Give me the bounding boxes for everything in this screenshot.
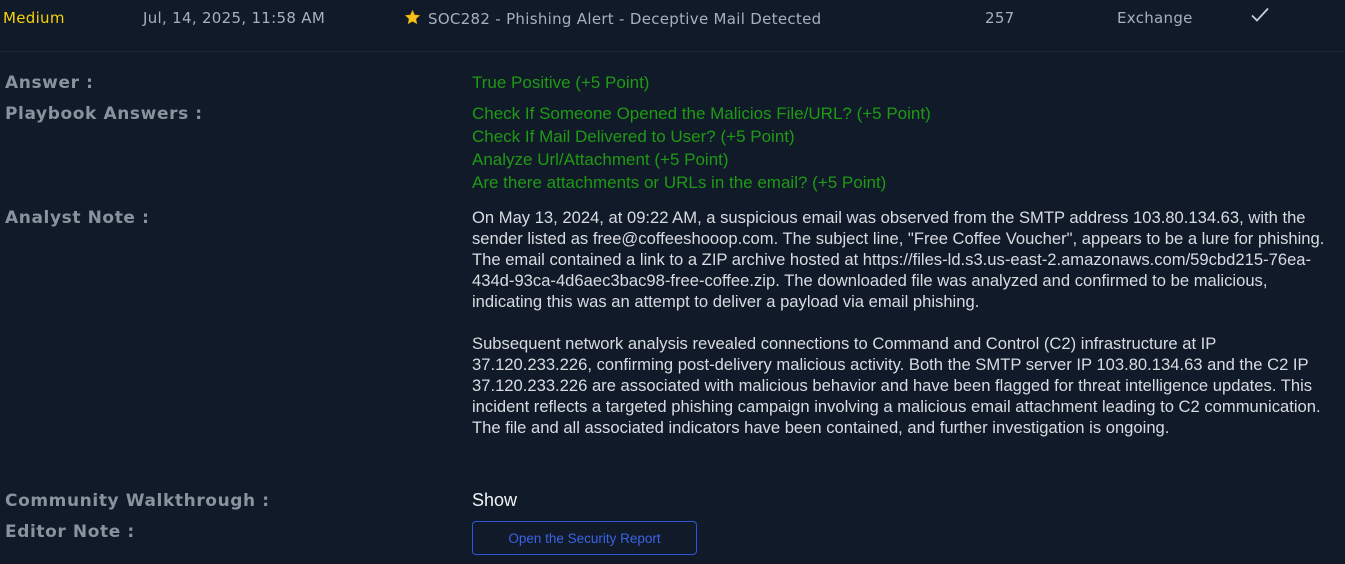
editor-note-label: Editor Note :	[5, 522, 135, 542]
alert-source: Exchange	[1117, 9, 1193, 27]
star-icon	[404, 9, 421, 25]
answer-label: Answer :	[5, 73, 94, 93]
open-security-report-button[interactable]: Open the Security Report	[472, 521, 697, 555]
event-id: 257	[985, 9, 1015, 27]
alert-title[interactable]: SOC282 - Phishing Alert - Deceptive Mail…	[404, 9, 821, 28]
playbook-answer: Check If Mail Delivered to User? (+5 Poi…	[472, 127, 795, 146]
analyst-note-paragraph: Subsequent network analysis revealed con…	[472, 334, 1321, 437]
walkthrough-show-link[interactable]: Show	[472, 490, 517, 511]
alert-title-text: SOC282 - Phishing Alert - Deceptive Mail…	[428, 10, 822, 28]
analyst-note-label: Analyst Note :	[5, 208, 150, 228]
alert-row[interactable]: Medium Jul, 14, 2025, 11:58 AM SOC282 - …	[0, 0, 1345, 52]
playbook-answer: Are there attachments or URLs in the ema…	[472, 173, 887, 192]
alert-date: Jul, 14, 2025, 11:58 AM	[143, 9, 326, 27]
playbook-answers-label: Playbook Answers :	[5, 104, 203, 124]
analyst-note-paragraph: On May 13, 2024, at 09:22 AM, a suspicio…	[472, 208, 1325, 311]
checkmark-icon	[1250, 5, 1270, 29]
playbook-answer: Check If Someone Opened the Malicios Fil…	[472, 104, 931, 123]
community-walkthrough-label: Community Walkthrough :	[5, 491, 270, 511]
playbook-answer: Analyze Url/Attachment (+5 Point)	[472, 150, 729, 169]
answer-value: True Positive (+5 Point)	[472, 73, 650, 92]
analyst-note: On May 13, 2024, at 09:22 AM, a suspicio…	[472, 207, 1338, 459]
playbook-answers-list: Check If Someone Opened the Malicios Fil…	[472, 102, 931, 194]
severity-badge: Medium	[3, 9, 65, 27]
